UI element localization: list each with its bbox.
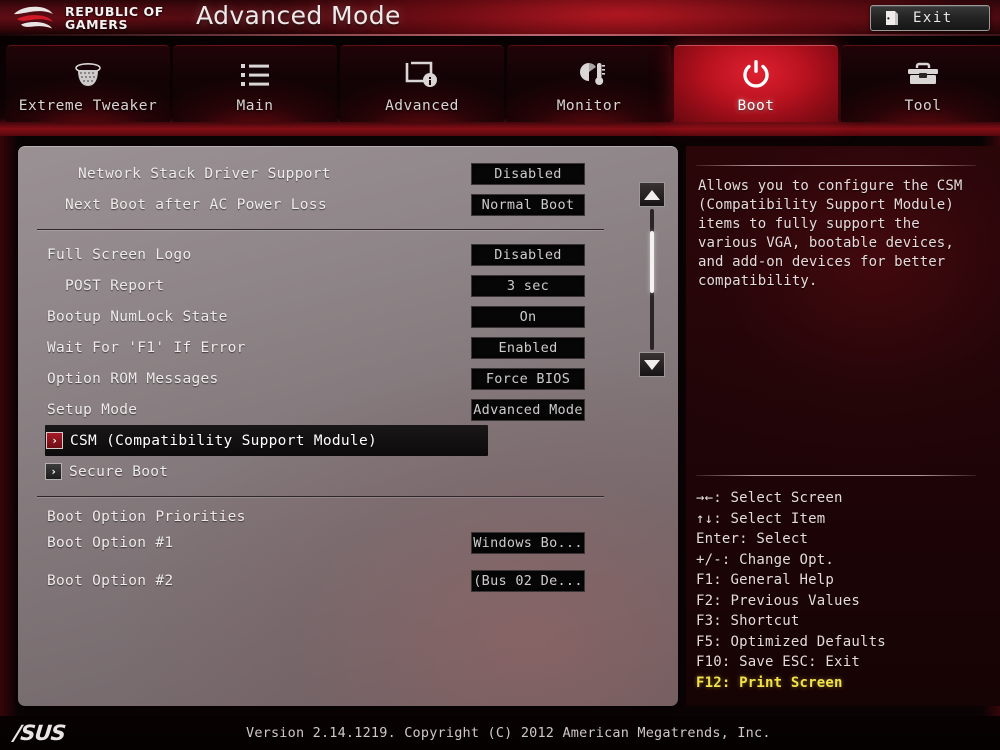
setting-label: Network Stack Driver Support [78,165,331,182]
rog-text-line2: GAMERS [65,17,129,32]
exit-button[interactable]: Exit [870,5,990,31]
list-icon [240,56,270,94]
setting-label: Setup Mode [47,401,138,418]
setting-label: POST Report [65,277,165,294]
key-legend-item: ↑↓: Select Item [696,510,826,527]
setting-row-boot-option-1[interactable]: Boot Option #1 Windows Bo... [18,527,678,558]
setting-label: Wait For 'F1' If Error [47,339,246,356]
setting-value[interactable]: On [471,305,585,328]
key-legend-list: →←: Select Screen ↑↓: Select Item Enter:… [696,488,991,693]
left-edge-glow [0,136,18,716]
help-divider-middle [696,475,976,476]
setting-label: Boot Option #1 [47,534,174,551]
status-bar: /SUS Version 2.14.1219. Copyright (C) 20… [0,716,1000,750]
settings-panel: Network Stack Driver Support Disabled Ne… [18,146,678,706]
scroll-down-arrow-icon [644,359,660,370]
key-legend-item: →←: Select Screen [696,490,843,506]
setting-row-post-report[interactable]: POST Report 3 sec [18,270,678,301]
tab-main[interactable]: Main [173,45,337,122]
chevron-right-icon: › [45,463,62,480]
monitor-info-icon [405,56,439,94]
key-legend-item: F2: Previous Values [696,592,860,609]
section-divider [37,229,604,230]
rog-logo: REPUBLIC OF GAMERS [12,3,164,33]
tab-monitor[interactable]: Monitor [507,45,671,122]
setting-row-full-screen-logo[interactable]: Full Screen Logo Disabled [18,239,678,270]
help-panel: Allows you to configure the CSM (Compati… [686,146,1000,706]
key-legend-item: F10: Save ESC: Exit [696,654,860,670]
exit-door-icon [885,10,899,26]
help-divider-top [696,165,976,166]
setting-row-setup-mode[interactable]: Setup Mode Advanced Mode [18,394,678,425]
nav-tabs: Extreme Tweaker Main Advanced Monitor Bo… [6,45,1000,122]
setting-value[interactable]: Disabled [471,162,585,185]
scroll-down-button[interactable] [639,352,665,377]
tab-boot[interactable]: Boot [674,45,838,122]
submenu-row-secure-boot[interactable]: › Secure Boot [18,456,678,487]
key-legend-item: F3: Shortcut [696,613,800,629]
setting-value[interactable]: Disabled [471,243,585,266]
tab-extreme-tweaker[interactable]: Extreme Tweaker [6,45,170,122]
gauge-thermometer-icon [573,56,605,94]
title-bar: REPUBLIC OF GAMERS Advanced Mode Exit [0,0,1000,36]
setting-value[interactable]: Normal Boot [471,193,585,216]
setting-label: Full Screen Logo [47,246,192,263]
setting-row-option-rom-messages[interactable]: Option ROM Messages Force BIOS [18,363,678,394]
setting-value[interactable]: Enabled [471,336,585,359]
tab-monitor-label: Monitor [556,98,622,114]
tab-tool-label: Tool [904,98,942,114]
tab-extreme-tweaker-label: Extreme Tweaker [18,98,158,114]
scroll-up-arrow-icon [644,189,660,200]
scroll-up-button[interactable] [639,182,665,207]
scrollbar-thumb[interactable] [650,231,654,293]
page-title: Advanced Mode [196,1,401,30]
setting-value[interactable]: Windows Bo... [471,531,585,554]
key-legend-item: +/-: Change Opt. [696,551,835,568]
tab-boot-label: Boot [737,98,775,114]
key-legend-item: Enter: Select [696,531,809,547]
setting-value[interactable]: 3 sec [471,274,585,297]
section-divider [37,496,604,497]
setting-label: Bootup NumLock State [47,308,228,325]
nav-tab-strip: Extreme Tweaker Main Advanced Monitor Bo… [0,36,1000,136]
asus-logo: /SUS [12,721,67,745]
boot-option-priorities-title: Boot Option Priorities [47,508,246,525]
setting-value[interactable]: Advanced Mode [471,398,585,421]
key-legend-item: F5: Optimized Defaults [696,633,886,650]
tab-advanced-label: Advanced [385,98,459,114]
setting-value[interactable]: Force BIOS [471,367,585,390]
setting-label: Next Boot after AC Power Loss [65,196,327,213]
setting-value[interactable]: (Bus 02 De... [471,569,585,592]
submenu-label: CSM (Compatibility Support Module) [70,432,378,449]
settings-scrollbar[interactable] [639,182,665,377]
setting-row-boot-option-2[interactable]: Boot Option #2 (Bus 02 De... [18,565,678,596]
setting-row-wait-for-f1-if-error[interactable]: Wait For 'F1' If Error Enabled [18,332,678,363]
setting-row-bootup-numlock-state[interactable]: Bootup NumLock State On [18,301,678,332]
submenu-row-csm[interactable]: › CSM (Compatibility Support Module) [45,425,488,456]
toolbox-icon [906,56,940,94]
tab-advanced[interactable]: Advanced [340,45,504,122]
version-text: Version 2.14.1219. Copyright (C) 2012 Am… [246,725,771,741]
key-legend-item: F1: General Help [696,572,835,588]
tab-tool[interactable]: Tool [841,45,1000,122]
key-legend-item-print-screen: F12: Print Screen [696,674,843,691]
chevron-right-icon: › [46,432,63,449]
exit-button-label: Exit [913,10,953,26]
submenu-label: Secure Boot [69,463,169,480]
rog-eye-icon [12,5,56,31]
tab-main-label: Main [236,98,274,114]
power-icon [740,56,772,94]
setting-row-network-stack-driver-support[interactable]: Network Stack Driver Support Disabled [18,158,678,189]
setting-label: Boot Option #2 [47,572,174,589]
settings-list: Network Stack Driver Support Disabled Ne… [18,158,678,596]
setting-row-next-boot-after-ac-power-loss[interactable]: Next Boot after AC Power Loss Normal Boo… [18,189,678,220]
setting-label: Option ROM Messages [47,370,219,387]
bios-screen: REPUBLIC OF GAMERS Advanced Mode Exit Ex… [0,0,1000,750]
scrollbar-track[interactable] [650,209,654,350]
tweaker-icon [71,56,105,94]
help-description: Allows you to configure the CSM (Compati… [698,178,963,289]
